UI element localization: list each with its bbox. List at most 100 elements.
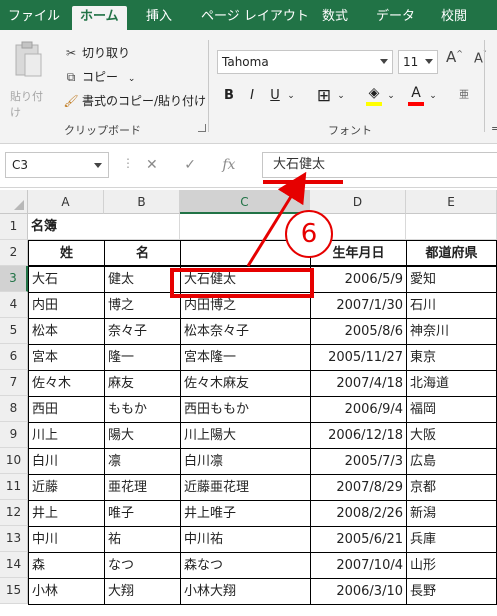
name-box[interactable]: C3: [5, 152, 109, 178]
cell-prefecture[interactable]: 愛知: [406, 266, 497, 293]
cell-fullname[interactable]: 小林大翔: [180, 578, 311, 605]
row-header[interactable]: 15: [0, 578, 28, 604]
cell-prefecture[interactable]: 広島: [406, 448, 497, 475]
cell-sei[interactable]: 井上: [28, 500, 105, 527]
cell-prefecture[interactable]: 福岡: [406, 396, 497, 423]
tab-review[interactable]: 校閲: [441, 6, 467, 30]
cell-birthdate[interactable]: 2007/4/18: [310, 370, 407, 397]
header-cell-prefecture[interactable]: 都道府県: [406, 240, 497, 266]
cell-mei[interactable]: 唯子: [104, 500, 181, 527]
cell-prefecture[interactable]: 神奈川: [406, 318, 497, 345]
cell-fullname[interactable]: 白川凛: [180, 448, 311, 475]
cell-mei[interactable]: 陽大: [104, 422, 181, 449]
cell-sei[interactable]: 白川: [28, 448, 105, 475]
chevron-down-icon[interactable]: ⌄: [128, 74, 136, 84]
row-header[interactable]: 13: [0, 526, 28, 552]
cell-mei[interactable]: 凛: [104, 448, 181, 475]
cell-mei[interactable]: 亜花理: [104, 474, 181, 501]
cell-prefecture[interactable]: 山形: [406, 552, 497, 579]
cell-birthdate[interactable]: 2008/2/26: [310, 500, 407, 527]
cell[interactable]: [406, 214, 497, 240]
chevron-down-icon[interactable]: ⌄: [428, 84, 438, 108]
chevron-down-icon[interactable]: ⌄: [286, 84, 296, 108]
cell-mei[interactable]: 麻友: [104, 370, 181, 397]
cell-prefecture[interactable]: 兵庫: [406, 526, 497, 553]
header-cell-sei[interactable]: 姓: [28, 240, 105, 266]
font-size-dropdown[interactable]: 11: [398, 50, 438, 74]
cell-fullname[interactable]: 井上唯子: [180, 500, 311, 527]
cell-sei[interactable]: 小林: [28, 578, 105, 605]
row-header[interactable]: 10: [0, 448, 28, 474]
cell-birthdate[interactable]: 2005/6/21: [310, 526, 407, 553]
format-painter-button[interactable]: 🖌 書式のコピー/貼り付け: [62, 90, 206, 112]
cell-prefecture[interactable]: 大阪: [406, 422, 497, 449]
row-header[interactable]: 6: [0, 344, 28, 370]
cell-prefecture[interactable]: 京都: [406, 474, 497, 501]
cell-prefecture[interactable]: 新潟: [406, 500, 497, 527]
tab-page-layout[interactable]: ページ レイアウト: [201, 6, 309, 30]
fill-color-icon[interactable]: ◈: [364, 84, 384, 108]
row-header[interactable]: 5: [0, 318, 28, 344]
cell-mei[interactable]: ももか: [104, 396, 181, 423]
cell-birthdate[interactable]: 2006/3/10: [310, 578, 407, 605]
copy-button[interactable]: ⧉ コピー ⌄: [62, 66, 136, 88]
cell-fullname[interactable]: 佐々木麻友: [180, 370, 311, 397]
sheet-title-cell[interactable]: 名簿: [28, 214, 104, 240]
cell-sei[interactable]: 中川: [28, 526, 105, 553]
cell-mei[interactable]: 大翔: [104, 578, 181, 605]
underline-button[interactable]: U: [268, 84, 282, 108]
cell-mei[interactable]: 隆一: [104, 344, 181, 371]
cell[interactable]: [104, 214, 180, 240]
cell-birthdate[interactable]: 2007/10/4: [310, 552, 407, 579]
tab-insert[interactable]: 挿入: [146, 6, 172, 30]
cell-mei[interactable]: なつ: [104, 552, 181, 579]
font-color-icon[interactable]: A: [406, 84, 426, 108]
cell-birthdate[interactable]: 2006/9/4: [310, 396, 407, 423]
cell-mei[interactable]: 奈々子: [104, 318, 181, 345]
insert-function-icon[interactable]: fx: [222, 157, 235, 173]
cell-fullname[interactable]: 松本奈々子: [180, 318, 311, 345]
resize-handle-icon[interactable]: ⋮: [122, 156, 134, 170]
chevron-down-icon[interactable]: ⌄: [336, 84, 346, 108]
cell-sei[interactable]: 西田: [28, 396, 105, 423]
tab-data[interactable]: データ: [376, 6, 415, 30]
borders-icon[interactable]: ⊞: [314, 84, 334, 108]
cell-sei[interactable]: 宮本: [28, 344, 105, 371]
phonetic-guide-icon[interactable]: 亜: [456, 84, 472, 108]
paste-button[interactable]: 貼り付け: [6, 38, 50, 124]
cell-birthdate[interactable]: 2006/12/18: [310, 422, 407, 449]
cell-sei[interactable]: 内田: [28, 292, 105, 319]
cell-fullname[interactable]: 宮本隆一: [180, 344, 311, 371]
cell-sei[interactable]: 近藤: [28, 474, 105, 501]
cell-prefecture[interactable]: 東京: [406, 344, 497, 371]
header-cell-mei[interactable]: 名: [104, 240, 181, 266]
cell-mei[interactable]: 祐: [104, 526, 181, 553]
cell-sei[interactable]: 大石: [28, 266, 105, 293]
chevron-down-icon[interactable]: ⌄: [386, 84, 396, 108]
tab-home[interactable]: ホーム: [72, 6, 127, 30]
column-header-c[interactable]: C: [180, 190, 310, 214]
tab-file[interactable]: ファイル: [8, 6, 60, 30]
formula-input[interactable]: 大石健太: [262, 152, 497, 178]
increase-font-size-icon[interactable]: A^: [446, 48, 463, 66]
cell-prefecture[interactable]: 石川: [406, 292, 497, 319]
worksheet-grid[interactable]: A B C D E 1 名簿 2 姓 名 生年月日 都道府県 3 大石 健太 大石健太…: [0, 190, 497, 616]
row-header[interactable]: 2: [0, 240, 28, 266]
cell-birthdate[interactable]: 2006/5/9: [310, 266, 407, 293]
bold-button[interactable]: B: [222, 84, 236, 108]
clipboard-launcher-icon[interactable]: [198, 124, 206, 132]
cell-fullname[interactable]: 近藤亜花理: [180, 474, 311, 501]
cell-sei[interactable]: 松本: [28, 318, 105, 345]
column-header-a[interactable]: A: [28, 190, 104, 214]
row-header[interactable]: 8: [0, 396, 28, 422]
row-header[interactable]: 1: [0, 214, 28, 240]
cut-button[interactable]: ✂ 切り取り: [62, 42, 130, 64]
cell-fullname[interactable]: 中川祐: [180, 526, 311, 553]
row-header[interactable]: 12: [0, 500, 28, 526]
cell-sei[interactable]: 佐々木: [28, 370, 105, 397]
cell-prefecture[interactable]: 長野: [406, 578, 497, 605]
cell-sei[interactable]: 川上: [28, 422, 105, 449]
row-header[interactable]: 7: [0, 370, 28, 396]
row-header[interactable]: 9: [0, 422, 28, 448]
font-name-dropdown[interactable]: Tahoma: [217, 50, 393, 74]
